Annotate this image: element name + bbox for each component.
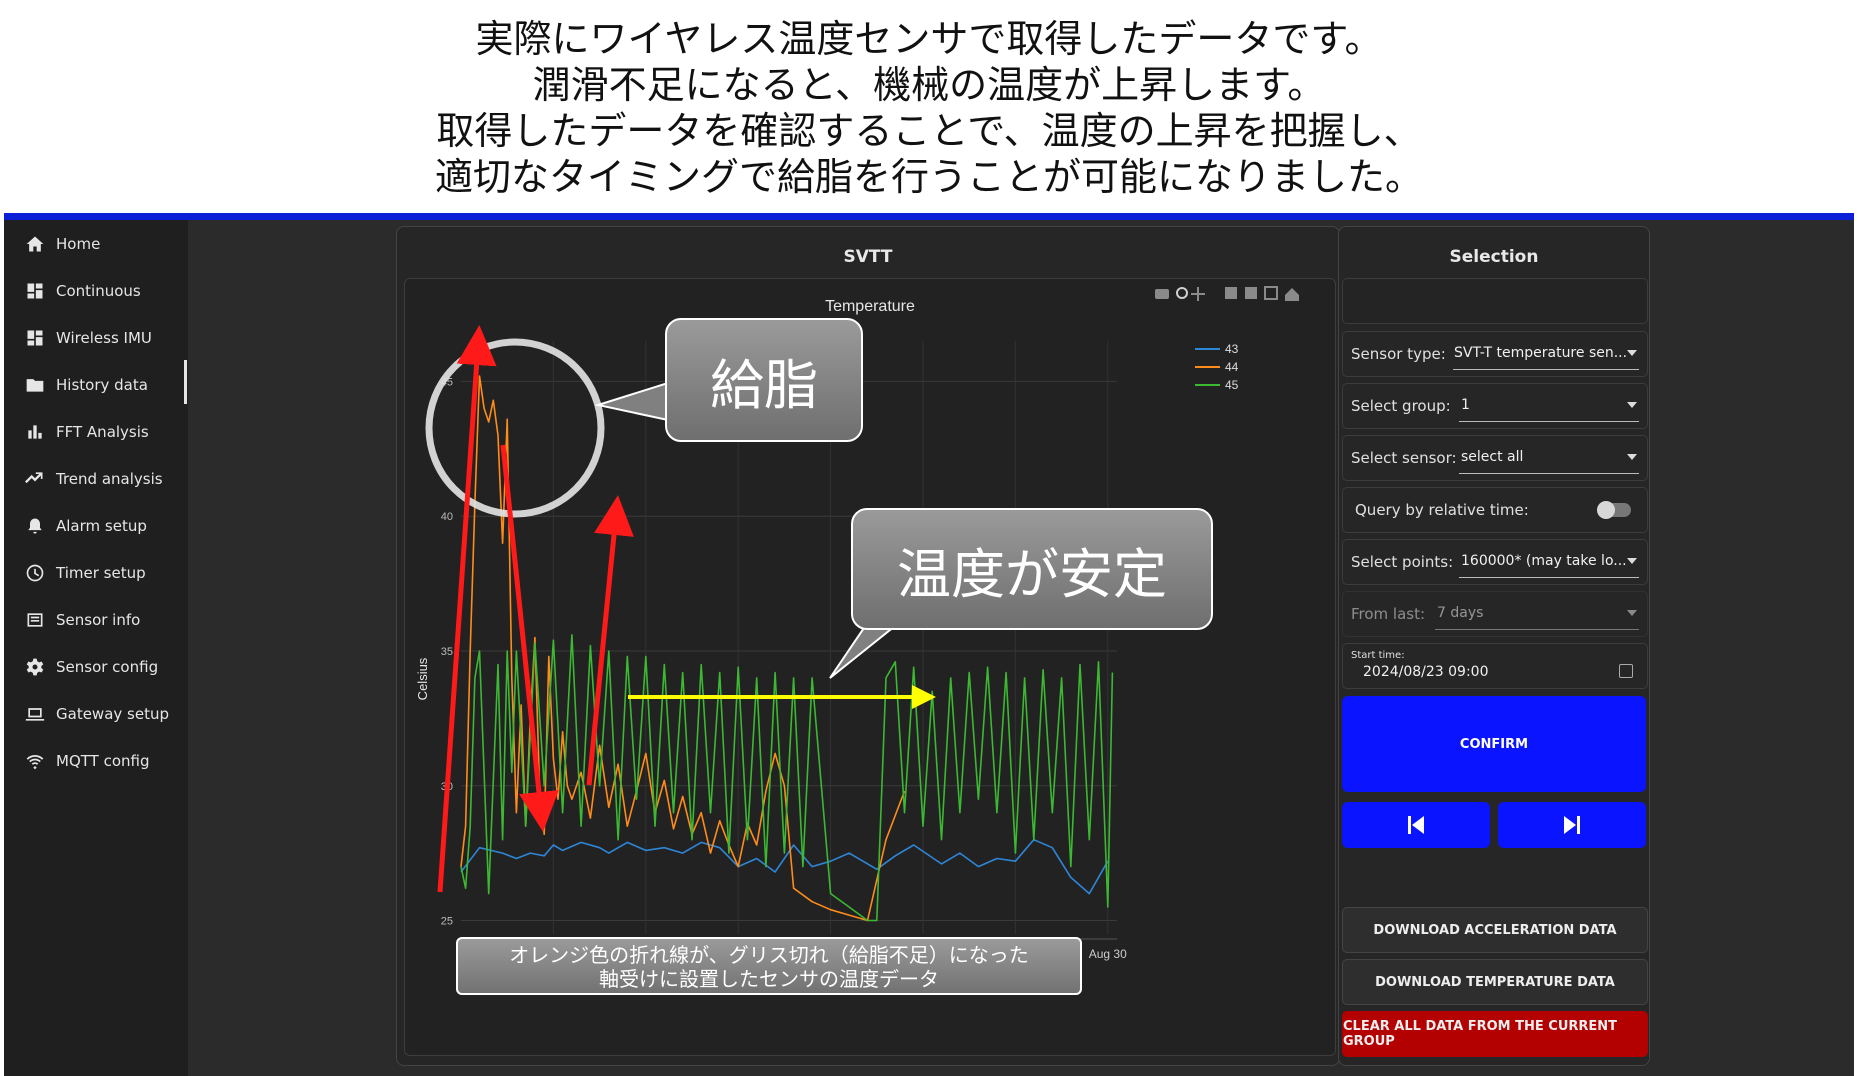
rise-arrow <box>586 495 634 786</box>
callout-pointer <box>594 381 669 422</box>
note-line: 軸受けに設置したセンサの温度データ <box>599 967 939 991</box>
callout-pointer <box>829 621 903 679</box>
highlight-circle <box>425 338 605 518</box>
grease-callout: 給脂 <box>665 318 863 442</box>
fall-arrow <box>500 444 559 832</box>
stable-callout: 温度が安定 <box>851 508 1213 630</box>
note-callout: オレンジ色の折れ線が、グリス切れ（給脂不足）になった 軸受けに設置したセンサの温… <box>456 937 1082 995</box>
rise-arrow <box>437 325 497 893</box>
note-line: オレンジ色の折れ線が、グリス切れ（給脂不足）になった <box>509 943 1029 967</box>
